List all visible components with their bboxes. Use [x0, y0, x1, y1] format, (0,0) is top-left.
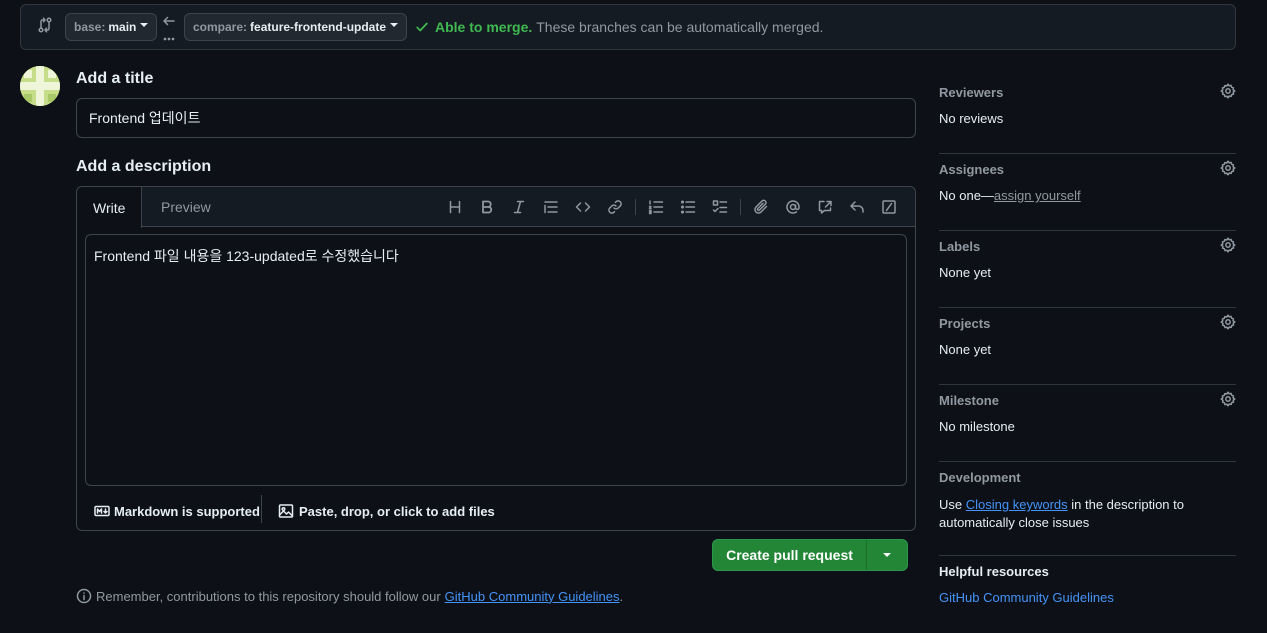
- description-editor: Write Preview Frontend 파일 내용을 123-update…: [76, 186, 916, 531]
- tab-preview[interactable]: Preview: [145, 187, 227, 227]
- merge-status: Able to merge. These branches can be aut…: [415, 19, 823, 35]
- development-label: Development: [939, 470, 1021, 485]
- caret-down-icon: [140, 23, 149, 27]
- community-guidelines-link[interactable]: GitHub Community Guidelines: [445, 589, 620, 604]
- image-icon: [278, 503, 294, 519]
- italic-icon[interactable]: [503, 197, 535, 217]
- ordered-list-icon[interactable]: [640, 197, 672, 217]
- compare-branch-select[interactable]: compare: feature-frontend-update: [184, 13, 408, 41]
- bold-icon[interactable]: [471, 197, 503, 217]
- development-prefix: Use: [939, 497, 963, 512]
- unordered-list-icon[interactable]: [672, 197, 704, 217]
- reviewers-value: No reviews: [939, 111, 1004, 126]
- heading-icon[interactable]: [439, 197, 471, 217]
- attach-files-link[interactable]: Paste, drop, or click to add files: [278, 503, 495, 519]
- development-text: Use Closing keywords in the description …: [939, 496, 1199, 532]
- base-prefix: base:: [74, 20, 106, 34]
- create-pull-request-label[interactable]: Create pull request: [713, 540, 867, 570]
- milestone-value: No milestone: [939, 419, 1015, 434]
- reviewers-label: Reviewers: [939, 85, 1004, 100]
- assignees-label: Assignees: [939, 162, 1005, 177]
- projects-value: None yet: [939, 342, 992, 357]
- editor-header: Write Preview: [77, 187, 915, 228]
- closing-keywords-link[interactable]: Closing keywords: [966, 497, 1068, 512]
- avatar[interactable]: [20, 66, 60, 106]
- projects-section: Projects None yet: [939, 308, 1236, 385]
- code-icon[interactable]: [567, 197, 599, 217]
- slash-command-icon[interactable]: [873, 197, 905, 217]
- quote-icon[interactable]: [535, 197, 567, 217]
- base-branch-select[interactable]: base: main: [65, 13, 158, 41]
- labels-value: None yet: [939, 265, 992, 280]
- sidebar-community-guidelines-link[interactable]: GitHub Community Guidelines: [939, 590, 1114, 605]
- create-pull-request-button[interactable]: Create pull request: [712, 539, 908, 571]
- gear-icon[interactable]: [1220, 160, 1236, 176]
- compare-branch-name: feature-frontend-update: [250, 20, 387, 34]
- toolbar-divider: [740, 199, 741, 215]
- assignees-none: No one—: [939, 188, 994, 203]
- attach-note: Paste, drop, or click to add files: [299, 503, 495, 519]
- merge-ok-text: Able to merge.: [435, 19, 533, 35]
- sidebar: Reviewers No reviews Assignees No one—as…: [939, 77, 1236, 605]
- reply-icon[interactable]: [841, 197, 873, 217]
- gear-icon[interactable]: [1220, 83, 1236, 99]
- markdown-icon: [94, 503, 110, 519]
- compare-bar: base: main compare: feature-frontend-upd…: [20, 4, 1236, 50]
- reference-icon[interactable]: [809, 197, 841, 217]
- labels-label: Labels: [939, 239, 981, 254]
- development-section: Development Use Closing keywords in the …: [939, 462, 1236, 556]
- markdown-note: Markdown is supported: [114, 503, 260, 519]
- reviewers-section: Reviewers No reviews: [939, 77, 1236, 154]
- guidelines-suffix: .: [619, 588, 624, 604]
- description-textarea[interactable]: Frontend 파일 내용을 123-updated로 수정했습니다: [85, 234, 907, 486]
- check-icon: [415, 20, 429, 34]
- attach-icon[interactable]: [745, 197, 777, 217]
- assign-yourself-link[interactable]: assign yourself: [994, 188, 1081, 203]
- guidelines-prefix: Remember, contributions to this reposito…: [96, 588, 441, 604]
- title-heading: Add a title: [76, 70, 154, 87]
- merge-message: These branches can be automatically merg…: [536, 19, 824, 35]
- link-icon[interactable]: [599, 197, 631, 217]
- description-heading: Add a description: [76, 158, 212, 175]
- caret-down-icon: [390, 23, 399, 27]
- arrow-left-icon: [161, 15, 177, 43]
- tab-write[interactable]: Write: [77, 187, 143, 228]
- guidelines-note: Remember, contributions to this reposito…: [76, 588, 623, 604]
- create-options-dropdown[interactable]: [867, 553, 907, 557]
- helpful-resources-heading: Helpful resources: [939, 564, 1049, 579]
- markdown-supported-link[interactable]: Markdown is supported: [94, 503, 260, 519]
- task-list-icon[interactable]: [704, 197, 736, 217]
- milestone-label: Milestone: [939, 393, 999, 408]
- gear-icon[interactable]: [1220, 391, 1236, 407]
- mention-icon[interactable]: [777, 197, 809, 217]
- editor-footer: Markdown is supported Paste, drop, or cl…: [77, 493, 915, 531]
- markdown-toolbar: [439, 197, 905, 217]
- git-compare-icon: [37, 17, 53, 33]
- compare-prefix: compare:: [193, 20, 248, 34]
- gear-icon[interactable]: [1220, 314, 1236, 330]
- labels-section: Labels None yet: [939, 231, 1236, 308]
- info-icon: [76, 588, 92, 604]
- title-input[interactable]: [76, 98, 916, 138]
- gear-icon[interactable]: [1220, 237, 1236, 253]
- toolbar-divider: [635, 199, 636, 215]
- base-branch-name: main: [108, 20, 137, 34]
- assignees-value: No one—assign yourself: [939, 188, 1081, 203]
- projects-label: Projects: [939, 316, 991, 331]
- milestone-section: Milestone No milestone: [939, 385, 1236, 462]
- caret-down-icon: [883, 553, 891, 557]
- assignees-section: Assignees No one—assign yourself: [939, 154, 1236, 231]
- footer-divider: [261, 495, 262, 523]
